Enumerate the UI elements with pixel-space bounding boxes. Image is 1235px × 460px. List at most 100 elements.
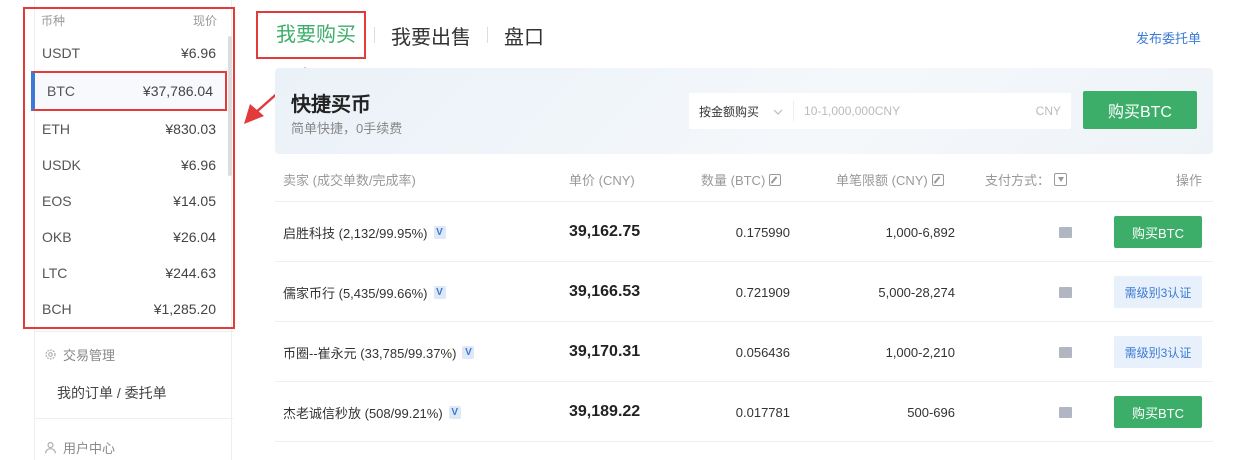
coin-price: ¥830.03: [165, 121, 216, 137]
payment-cell: [1059, 262, 1072, 322]
coin-symbol: BTC: [47, 83, 75, 99]
seller-name-link[interactable]: 杰老诚信秒放 (508/99.21%): [283, 403, 443, 422]
tab-orderbook[interactable]: 盘口: [488, 21, 560, 50]
gear-icon: [45, 349, 56, 360]
table-row: 杰老诚信秒放 (508/99.21%) V 39,189.22 0.017781 …: [275, 382, 1213, 442]
qty-cell: 0.056436: [735, 344, 790, 360]
trade-tabs: 我要购买 我要出售 盘口: [256, 10, 560, 60]
kyc-required-button[interactable]: 需级别3认证: [1114, 276, 1202, 308]
seller-name-link[interactable]: 币圈--崔永元 (33,785/99.37%): [283, 343, 456, 362]
coin-item-eos[interactable]: EOS ¥14.05: [30, 183, 228, 219]
table-row: 币圈--崔永元 (33,785/99.37%) V 39,170.31 0.056…: [275, 322, 1213, 382]
coin-price: ¥26.04: [173, 229, 216, 245]
qty-cell: 0.175990: [735, 224, 790, 240]
my-orders-link[interactable]: 我的订单 / 委托单: [35, 383, 233, 403]
payment-column-header: 支付方式：: [985, 170, 1068, 189]
seller-cell: 杰老诚信秒放 (508/99.21%) V: [283, 382, 461, 442]
trade-management-label: 交易管理: [63, 348, 116, 363]
coin-price: ¥1,285.20: [153, 301, 216, 317]
edit-icon[interactable]: [769, 173, 782, 186]
user-icon: [45, 442, 56, 454]
coin-item-bch[interactable]: BCH ¥1,285.20: [30, 291, 228, 327]
coin-list: USDT ¥6.96 BTC ¥37,786.04 ETH ¥830.03 US…: [30, 35, 228, 327]
quick-buy-button[interactable]: 购买BTC: [1083, 91, 1197, 129]
coin-item-btc[interactable]: BTC ¥37,786.04: [31, 71, 227, 111]
payment-cell: [1059, 322, 1072, 382]
trade-management-section: 交易管理 我的订单 / 委托单: [35, 345, 233, 403]
seller-cell: 儒家币行 (5,435/99.66%) V: [283, 262, 446, 322]
seller-cell: 启胜科技 (2,132/99.95%) V: [283, 202, 446, 262]
post-order-link[interactable]: 发布委托单: [1136, 28, 1201, 47]
payment-cell: [1059, 382, 1072, 442]
action-cell: 需级别3认证: [1114, 322, 1202, 382]
coin-item-eth[interactable]: ETH ¥830.03: [30, 111, 228, 147]
qty-cell: 0.721909: [735, 284, 790, 300]
price-column-header: 现价: [192, 14, 217, 28]
table-header: 卖家 (成交单数/完成率) 单价 (CNY) 数量 (BTC) 单笔限额 (CN…: [275, 168, 1213, 202]
seller-cell: 币圈--崔永元 (33,785/99.37%) V: [283, 322, 475, 382]
limit-cell: 1,000-2,210: [885, 344, 955, 360]
filter-icon[interactable]: [1054, 173, 1068, 186]
seller-column-header: 卖家 (成交单数/完成率): [283, 170, 416, 189]
bank-card-icon: [1059, 286, 1072, 298]
buy-btc-button[interactable]: 购买BTC: [1114, 216, 1202, 248]
coin-price: ¥14.05: [173, 193, 216, 209]
action-header-label: 操作: [1175, 173, 1202, 188]
sidebar-divider: [35, 331, 233, 332]
edit-icon[interactable]: [931, 173, 944, 186]
kyc-required-button[interactable]: 需级别3认证: [1114, 336, 1202, 368]
bank-card-icon: [1059, 346, 1072, 358]
coin-price: ¥6.96: [180, 157, 216, 173]
quick-buy-title: 快捷买币: [291, 94, 371, 116]
coin-item-ltc[interactable]: LTC ¥244.63: [30, 255, 228, 291]
action-column-header: 操作: [1176, 170, 1202, 189]
coin-symbol: USDT: [42, 45, 81, 61]
coin-price: ¥244.63: [165, 265, 216, 281]
buy-mode-select[interactable]: 按金额购买: [689, 101, 795, 121]
coin-item-okb[interactable]: OKB ¥26.04: [30, 219, 228, 255]
seller-header-label: 卖家 (成交单数/完成率): [283, 173, 416, 188]
coin-symbol: BCH: [42, 301, 72, 317]
verified-icon: V: [433, 285, 446, 299]
coin-symbol: EOS: [42, 193, 72, 209]
limit-cell: 5,000-28,274: [878, 284, 955, 300]
coin-price: ¥6.96: [180, 45, 216, 61]
buy-btc-button[interactable]: 购买BTC: [1114, 396, 1202, 428]
verified-icon: V: [462, 345, 475, 359]
verified-icon: V: [433, 225, 446, 239]
qty-header-label: 数量 (BTC): [701, 173, 766, 188]
coin-column-header: 币种: [41, 14, 66, 28]
buy-mode-value: 按金额购买: [699, 104, 760, 119]
tab-sell[interactable]: 我要出售: [375, 21, 487, 50]
alipay-icon: [1059, 226, 1072, 238]
payment-cell: [1059, 202, 1072, 262]
currency-unit: CNY: [1035, 104, 1061, 118]
limit-cell: 500-696: [907, 404, 955, 420]
amount-input[interactable]: [794, 104, 1036, 118]
limit-column-header: 单笔限额 (CNY): [836, 170, 944, 189]
coin-item-usdk[interactable]: USDK ¥6.96: [30, 147, 228, 183]
coin-price: ¥37,786.04: [142, 83, 213, 99]
table-row: 启胜科技 (2,132/99.95%) V 39,162.75 0.175990 …: [275, 202, 1213, 262]
qty-column-header: 数量 (BTC): [701, 170, 782, 189]
seller-name-link[interactable]: 启胜科技 (2,132/99.95%): [283, 223, 428, 242]
table-row: 儒家币行 (5,435/99.66%) V 39,166.53 0.721909 …: [275, 262, 1213, 322]
price-cell: 39,189.22: [569, 403, 641, 420]
action-cell: 需级别3认证: [1114, 262, 1202, 322]
seller-name-link[interactable]: 儒家币行 (5,435/99.66%): [283, 283, 428, 302]
action-cell: 购买BTC: [1114, 202, 1202, 262]
price-cell: 39,162.75: [569, 223, 641, 240]
trade-management-title: 交易管理: [35, 345, 233, 364]
coin-symbol: USDK: [42, 157, 81, 173]
tab-buy[interactable]: 我要购买: [256, 11, 366, 59]
limit-header-label: 单笔限额 (CNY): [836, 173, 928, 188]
coin-item-usdt[interactable]: USDT ¥6.96: [30, 35, 228, 71]
user-center-label: 用户中心: [63, 441, 116, 456]
user-center-section: 用户中心: [35, 438, 233, 457]
price-cell: 39,170.31: [569, 343, 641, 360]
coin-symbol: ETH: [42, 121, 70, 137]
coin-list-header: 币种 现价: [41, 12, 217, 29]
coin-list-scrollbar[interactable]: [228, 36, 232, 176]
action-cell: 购买BTC: [1114, 382, 1202, 442]
user-center-title: 用户中心: [35, 438, 233, 457]
